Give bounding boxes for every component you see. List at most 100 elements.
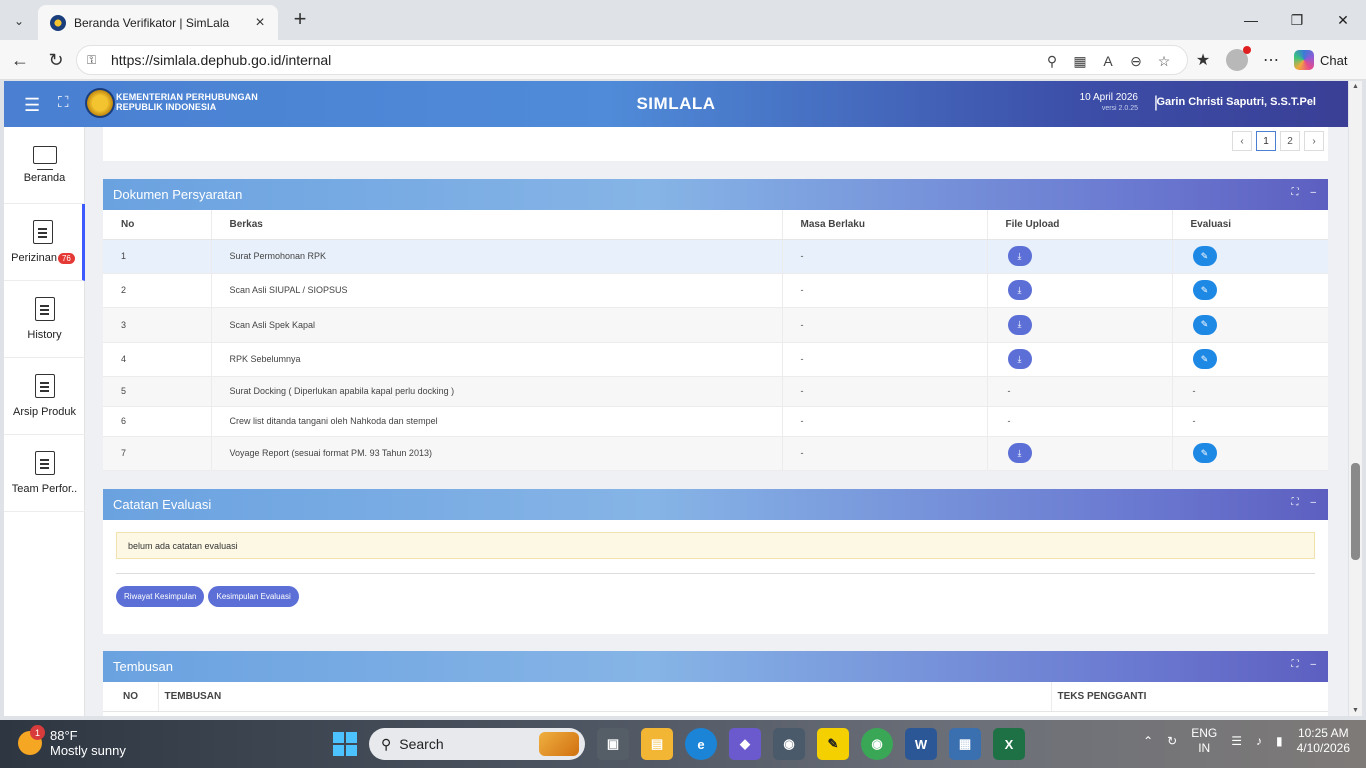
battery-icon[interactable]: ▮ [1276,734,1283,748]
maximize-icon[interactable]: ⛶ [1291,497,1298,508]
taskbar-search[interactable]: ⚲ Search [369,728,585,760]
windows-start-icon[interactable] [333,732,357,756]
chrome-icon[interactable]: ◉ [861,728,893,760]
copilot-chat-button[interactable]: Chat [1294,50,1347,70]
site-info-icon[interactable]: ⚿ [87,53,101,67]
cell-no: 4 [103,342,212,377]
maximize-icon[interactable]: ⛶ [1291,659,1298,670]
page-next-button[interactable]: › [1304,131,1324,151]
window-controls: — ❐ ✕ [1228,0,1366,40]
user-name[interactable]: Garin Christi Saputri, S.S.T.Pel [1156,96,1316,108]
riwayat-kesimpulan-button[interactable]: Riwayat Kesimpulan [116,586,205,607]
cell-berkas: Crew list ditanda tangani oleh Nahkoda d… [211,406,783,437]
clock-time: 10:25 AM [1297,726,1349,740]
copilot-app-icon[interactable]: ◆ [729,728,761,760]
task-view-icon[interactable]: ▣ [597,728,629,760]
collapse-minus-icon[interactable]: – [1310,659,1316,670]
card-title: Catatan Evaluasi [113,497,212,512]
evaluasi-edit-button[interactable]: ✎ [1192,443,1217,463]
weather-text: 88°F Mostly sunny [50,728,126,758]
app-header: ☰ ⛶ KEMENTERIAN PERHUBUNGAN REPUBLIK IND… [4,81,1348,127]
edit-icon: ✎ [1200,284,1209,295]
zoom-out-icon[interactable]: ⊖ [1127,52,1145,70]
cell-file-upload: ⤓ [987,307,1173,343]
profile-avatar[interactable] [1226,46,1251,71]
divider [116,573,1315,574]
volume-icon[interactable]: ♪ [1256,734,1262,748]
scroll-down-icon[interactable]: ▼ [1349,707,1362,714]
kesimpulan-evaluasi-button[interactable]: Kesimpulan Evaluasi [208,586,299,607]
cell-no: 1 [103,239,212,274]
evaluasi-edit-button[interactable]: ✎ [1192,246,1217,266]
edge-browser-icon[interactable]: e [685,728,717,760]
favorites-icon[interactable]: ★ [1190,48,1216,72]
language-indicator[interactable]: ENG IN [1191,726,1217,756]
browser-tab[interactable]: Beranda Verifikator | SimLala × [38,5,278,40]
window-close-icon[interactable]: ✕ [1320,0,1366,40]
download-button[interactable]: ⤓ [1007,246,1032,266]
calculator-icon[interactable]: ▦ [949,728,981,760]
evaluasi-edit-button[interactable]: ✎ [1192,349,1217,369]
minimize-icon[interactable]: — [1228,0,1274,40]
evaluasi-edit-button[interactable]: ✎ [1192,314,1217,335]
col-evaluasi: Evaluasi [1172,210,1328,240]
new-tab-plus-icon[interactable]: + [288,8,312,32]
download-button[interactable]: ⤓ [1007,280,1032,300]
file-explorer-icon[interactable]: ▤ [641,728,673,760]
sidebar-item-perizinan[interactable]: Perizinan 76 [4,204,85,281]
excel-icon[interactable]: X [993,728,1025,760]
weather-widget[interactable]: 1 88°F Mostly sunny [18,725,126,758]
cell-masa-berlaku: - [782,376,988,407]
page-prev-button[interactable]: ‹ [1232,131,1252,151]
word-icon[interactable]: W [905,728,937,760]
sidebar-item-beranda[interactable]: Beranda [4,127,85,204]
card-title: Tembusan [113,659,173,674]
maximize-icon[interactable]: ⛶ [1291,187,1298,198]
back-arrow-icon[interactable]: ← [8,48,32,72]
sidebar-label: Beranda [23,172,66,184]
clock[interactable]: 10:25 AM 4/10/2026 [1297,726,1350,756]
favorite-star-icon[interactable]: ☆ [1155,52,1173,70]
sidebar-item-team-performance[interactable]: Team Perfor.. [4,435,85,512]
download-icon: ⤓ [1017,447,1022,458]
wifi-icon[interactable]: ☰ [1231,734,1242,748]
document-icon [34,451,55,475]
scroll-up-icon[interactable]: ▲ [1349,83,1362,90]
download-button[interactable]: ⤓ [1007,443,1032,463]
tab-list-chevron-icon[interactable]: ⌄ [6,8,32,34]
scroll-thumb[interactable] [1351,463,1360,560]
sync-icon[interactable]: ↻ [1167,734,1177,748]
more-menu-icon[interactable]: ⋯ [1258,48,1284,72]
refresh-icon[interactable]: ↻ [44,48,68,72]
monitor-icon [32,146,57,170]
download-button[interactable]: ⤓ [1007,314,1032,335]
page-scrollbar[interactable]: ▲ ▼ [1349,81,1362,716]
cell-evaluasi: ✎ [1172,342,1328,377]
key-icon[interactable]: ⚲ [1043,52,1061,70]
download-icon: ⤓ [1017,250,1022,261]
collapse-minus-icon[interactable]: – [1310,497,1316,508]
sticky-notes-icon[interactable]: ✎ [817,728,849,760]
edit-icon: ✎ [1200,250,1209,261]
header-date: 10 April 2026 versi 2.0.25 [1080,92,1138,114]
camera-icon[interactable]: ◉ [773,728,805,760]
tab-close-icon[interactable]: × [250,14,270,32]
collapse-minus-icon[interactable]: – [1310,187,1316,198]
apps-icon[interactable]: ▦ [1071,52,1089,70]
tray-overflow-chevron-icon[interactable]: ⌃ [1143,734,1153,748]
sidebar-item-history[interactable]: History [4,281,85,358]
page-1-button[interactable]: 1 [1256,131,1276,151]
url-field[interactable]: ⚿ https://simlala.dephub.go.id/internal … [76,45,1188,75]
download-button[interactable]: ⤓ [1007,349,1032,369]
restore-icon[interactable]: ❐ [1274,0,1320,40]
translate-icon[interactable]: A [1099,52,1117,70]
download-icon: ⤓ [1017,353,1022,364]
evaluasi-edit-button[interactable]: ✎ [1192,280,1217,300]
table-header-row: No Berkas Masa Berlaku File Upload Evalu… [103,210,1328,240]
cell-evaluasi: - [1172,406,1328,437]
page-2-button[interactable]: 2 [1280,131,1300,151]
sidebar-item-arsip-produk[interactable]: Arsip Produk [4,358,85,435]
url-actions: ⚲ ▦ A ⊖ ☆ [1043,52,1173,70]
sidebar-label: Perizinan [11,252,57,264]
tembusan-card: Tembusan ⛶ – NO TEMBUSAN TEKS PENGGANTI [103,651,1328,716]
